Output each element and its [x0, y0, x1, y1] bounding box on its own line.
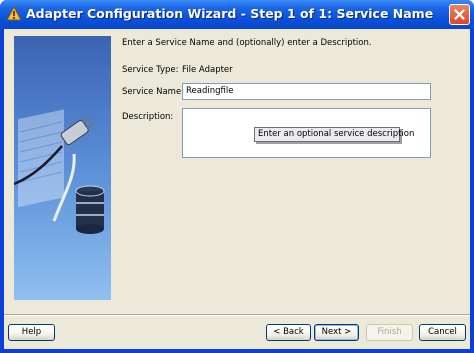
service-name-input[interactable]: Readingfile	[182, 83, 431, 100]
close-icon	[454, 9, 465, 20]
next-button[interactable]: Next >	[314, 324, 359, 341]
app-icon	[6, 6, 22, 21]
cancel-button[interactable]: Cancel	[419, 324, 466, 341]
adapter-plug-database-illustration	[14, 109, 105, 234]
title-bar[interactable]: Adapter Configuration Wizard - Step 1 of…	[0, 0, 474, 29]
wizard-side-illustration	[14, 36, 111, 300]
description-label: Description:	[122, 112, 174, 122]
button-separator	[4, 314, 470, 316]
instructions-text: Enter a Service Name and (optionally) en…	[122, 38, 372, 48]
service-name-label: Service Name:	[122, 87, 185, 97]
wizard-window: Adapter Configuration Wizard - Step 1 of…	[0, 0, 474, 353]
service-name-value: Readingfile	[186, 86, 234, 96]
service-type-label: Service Type:	[122, 65, 179, 75]
description-tooltip: Enter an optional service description	[254, 127, 414, 142]
back-button[interactable]: < Back	[266, 324, 311, 341]
help-button[interactable]: Help	[8, 324, 55, 341]
close-button[interactable]	[449, 4, 470, 25]
service-type-value: File Adapter	[182, 65, 233, 75]
finish-button[interactable]: Finish	[366, 324, 413, 341]
window-title: Adapter Configuration Wizard - Step 1 of…	[26, 6, 434, 21]
